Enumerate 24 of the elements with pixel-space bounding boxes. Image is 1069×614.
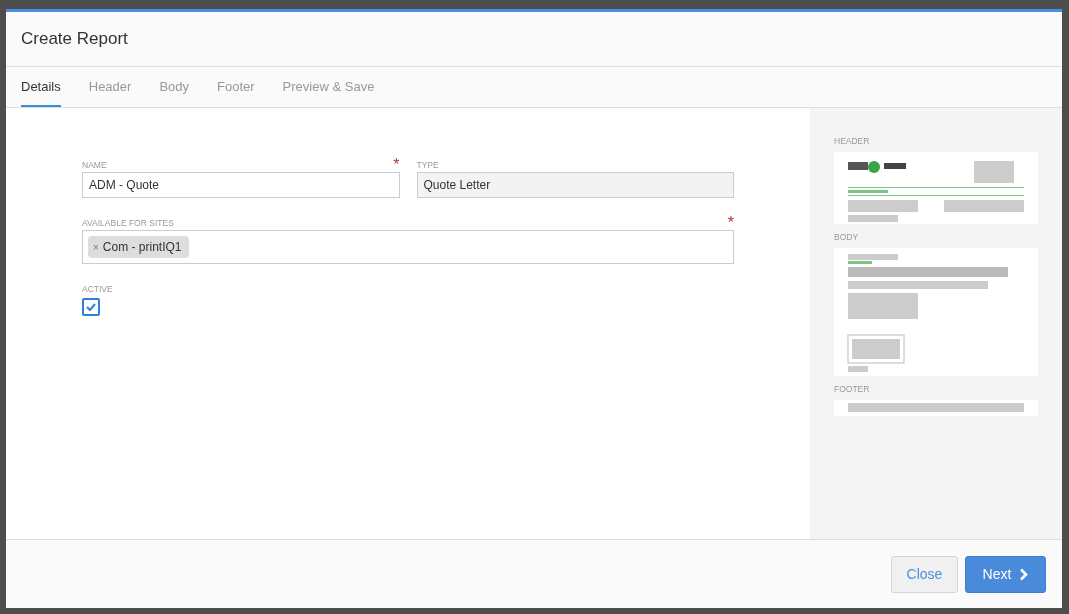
section-label: BODY: [834, 232, 859, 242]
tab[interactable]: Header: [88, 67, 132, 107]
sites-field[interactable]: × Com - printIQ1: [82, 230, 734, 264]
section-label: FOOTER: [834, 384, 870, 394]
close-button[interactable]: Close: [891, 555, 958, 593]
section-label: HEADER: [834, 136, 870, 146]
next-button[interactable]: Next: [965, 555, 1046, 593]
field-label: AVAILABLE FOR SITES: [82, 218, 174, 228]
name-field[interactable]: ADM - Quote: [82, 172, 400, 198]
checkmark-icon: [86, 303, 96, 311]
required-mark: *: [393, 160, 400, 170]
chevron-right-icon: [1019, 567, 1029, 581]
required-mark: *: [727, 218, 734, 228]
tab[interactable]: Body: [159, 67, 190, 107]
tab[interactable]: Details: [21, 67, 61, 107]
remove-button[interactable]: ×: [93, 241, 99, 253]
active-checkbox[interactable]: [82, 298, 100, 316]
dialog-title: Create Report: [21, 29, 128, 49]
field-label: TYPE: [416, 160, 439, 170]
field-label: NAME: [82, 160, 107, 170]
field-label: ACTIVE: [82, 284, 113, 294]
tab[interactable]: Preview & Save: [282, 67, 375, 107]
tab[interactable]: Footer: [217, 67, 255, 107]
tag-label: Com - printIQ1: [102, 240, 182, 254]
